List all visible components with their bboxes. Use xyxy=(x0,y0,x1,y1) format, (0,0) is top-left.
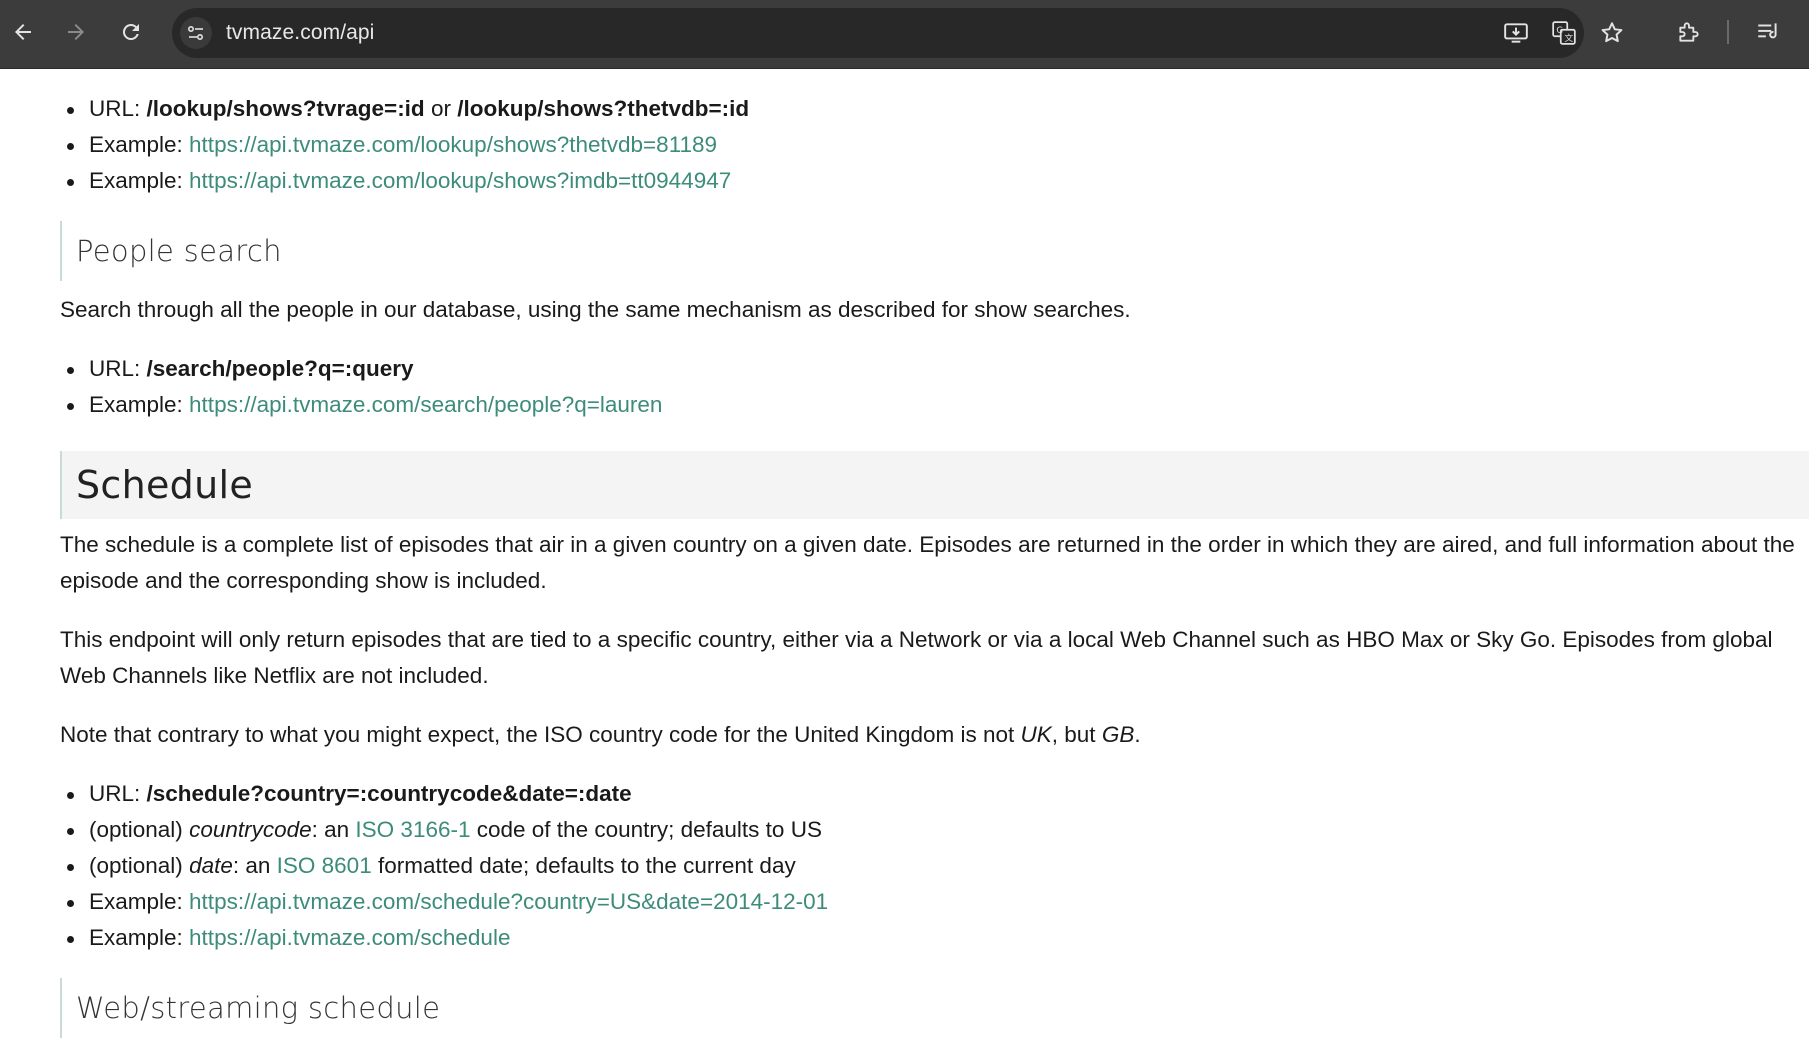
iso-8601-link[interactable]: ISO 8601 xyxy=(277,853,372,878)
schedule-paragraph-1: The schedule is a complete list of episo… xyxy=(60,532,1795,593)
reload-icon xyxy=(122,23,139,40)
reload-button[interactable] xyxy=(111,12,151,52)
url-text[interactable]: tvmaze.com/api xyxy=(226,21,374,45)
section-heading-people-search: People search xyxy=(60,221,1809,281)
reading-list-icon xyxy=(1758,23,1777,39)
bookmark-button[interactable] xyxy=(1598,19,1626,47)
list-item: Example: https://api.tvmaze.com/search/p… xyxy=(67,387,1809,423)
site-info-icon xyxy=(187,25,204,41)
endpoint-code: /lookup/shows?thetvdb=:id xyxy=(457,96,750,121)
example-link[interactable]: https://api.tvmaze.com/lookup/shows?imdb… xyxy=(189,168,731,193)
schedule-list: URL: /schedule?country=:countrycode&date… xyxy=(60,776,1809,956)
list-item: URL: /schedule?country=:countrycode&date… xyxy=(67,776,1809,812)
back-button[interactable] xyxy=(3,12,43,52)
list-item: URL: /lookup/shows?tvrage=:id or /lookup… xyxy=(67,91,1809,127)
site-info-button[interactable] xyxy=(180,17,212,49)
endpoint-code: /schedule?country=:countrycode&date=:dat… xyxy=(146,781,632,806)
endpoint-code: /search/people?q=:query xyxy=(146,356,414,381)
svg-text:文: 文 xyxy=(1565,32,1574,44)
address-bar[interactable]: tvmaze.com/api G 文 xyxy=(172,8,1623,58)
people-search-description: Search through all the people in our dat… xyxy=(60,297,1131,322)
endpoint-code: /lookup/shows?tvrage=:id xyxy=(146,96,425,121)
schedule-paragraph-2: This endpoint will only return episodes … xyxy=(60,627,1773,688)
list-item: URL: /search/people?q=:query xyxy=(67,351,1809,387)
install-app-icon xyxy=(1504,23,1528,43)
example-link[interactable]: https://api.tvmaze.com/search/people?q=l… xyxy=(189,392,662,417)
api-documentation: URL: /lookup/shows?tvrage=:id or /lookup… xyxy=(60,69,1809,1038)
toolbar-divider xyxy=(1727,20,1729,44)
schedule-paragraph-3: Note that contrary to what you might exp… xyxy=(60,722,1141,747)
translate-icon: G 文 xyxy=(1552,21,1576,45)
svg-text:G: G xyxy=(1556,26,1563,36)
iso-3166-link[interactable]: ISO 3166-1 xyxy=(355,817,470,842)
list-item: Example: https://api.tvmaze.com/schedule xyxy=(67,920,1809,956)
section-heading-schedule: Schedule xyxy=(60,451,1809,519)
list-item: (optional) countrycode: an ISO 3166-1 co… xyxy=(67,812,1809,848)
list-item: Example: https://api.tvmaze.com/lookup/s… xyxy=(67,163,1809,199)
extensions-button[interactable] xyxy=(1674,17,1704,47)
example-link[interactable]: https://api.tvmaze.com/schedule xyxy=(189,925,510,950)
install-app-button[interactable] xyxy=(1502,19,1530,47)
lookup-list: URL: /lookup/shows?tvrage=:id or /lookup… xyxy=(60,91,1809,199)
reading-list-button[interactable] xyxy=(1753,17,1783,47)
section-heading-web-schedule: Web/streaming schedule xyxy=(60,978,1809,1038)
forward-arrow-icon xyxy=(68,24,84,40)
back-arrow-icon xyxy=(15,24,31,40)
bookmark-star-icon xyxy=(1601,22,1623,43)
people-search-list: URL: /search/people?q=:query Example: ht… xyxy=(60,351,1809,423)
translate-button[interactable]: G 文 xyxy=(1550,19,1578,47)
list-item: Example: https://api.tvmaze.com/lookup/s… xyxy=(67,127,1809,163)
example-link[interactable]: https://api.tvmaze.com/schedule?country=… xyxy=(189,889,828,914)
browser-toolbar: tvmaze.com/api G 文 xyxy=(0,0,1809,69)
forward-button[interactable] xyxy=(56,12,96,52)
list-item: Example: https://api.tvmaze.com/schedule… xyxy=(67,884,1809,920)
extensions-puzzle-icon xyxy=(1679,22,1699,42)
example-link[interactable]: https://api.tvmaze.com/lookup/shows?thet… xyxy=(189,132,717,157)
list-item: (optional) date: an ISO 8601 formatted d… xyxy=(67,848,1809,884)
